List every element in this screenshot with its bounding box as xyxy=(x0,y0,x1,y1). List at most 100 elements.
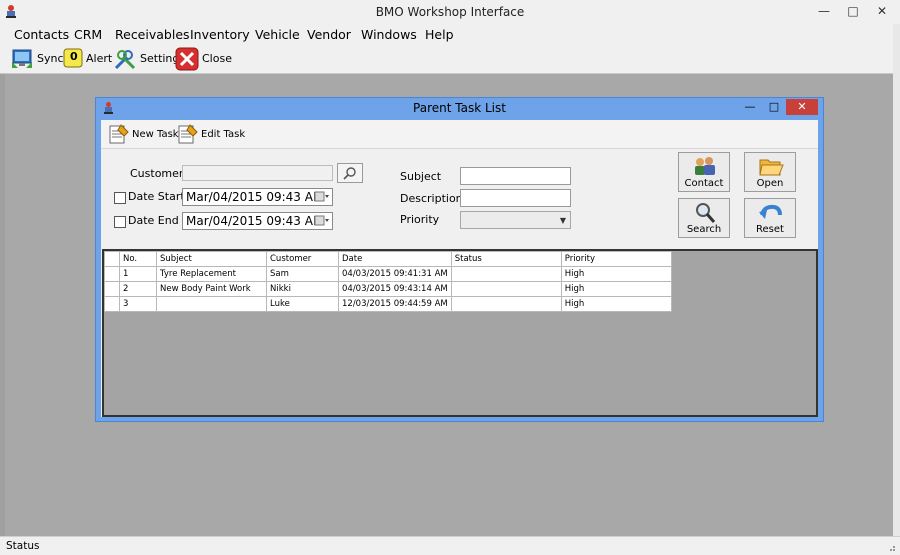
alert-count: 0 xyxy=(70,50,78,63)
column-header-date[interactable]: Date xyxy=(338,251,452,267)
cell-priority[interactable]: High xyxy=(560,296,672,312)
table-row-selected[interactable]: 3 Annual Servicing Luke 12/03/2015 09:44… xyxy=(104,296,672,312)
customer-label: Customer xyxy=(130,167,184,180)
menu-inventory[interactable]: Inventory xyxy=(190,27,250,42)
new-task-label: New Task xyxy=(132,128,179,140)
row-header[interactable] xyxy=(104,266,120,282)
date-start-label: Date Start xyxy=(128,190,185,203)
date-end-label: Date End xyxy=(128,214,179,227)
cell-no[interactable]: 3 xyxy=(119,296,157,312)
close-button[interactable]: ✕ xyxy=(869,2,895,20)
cell-priority[interactable]: High xyxy=(560,281,672,297)
child-minimize-button[interactable]: — xyxy=(740,99,760,115)
description-label: Description xyxy=(400,192,463,205)
description-field[interactable] xyxy=(460,189,571,207)
priority-select[interactable]: ▼ xyxy=(460,211,571,229)
close-icon xyxy=(175,47,199,70)
cell-date[interactable]: 12/03/2015 09:44:59 AM xyxy=(338,296,452,312)
column-header-priority[interactable]: Priority xyxy=(560,251,672,267)
contact-label: Contact xyxy=(684,178,724,189)
close-app-button[interactable]: Close xyxy=(175,46,232,71)
priority-label: Priority xyxy=(400,213,440,226)
menu-bar: Contacts CRM Receivables Inventory Vehic… xyxy=(0,24,900,44)
menu-help[interactable]: Help xyxy=(425,27,454,42)
child-body: New Task Edit Task Customer Date Start M… xyxy=(101,120,818,417)
cell-customer[interactable]: Sam xyxy=(266,266,339,282)
menu-vehicle[interactable]: Vehicle xyxy=(255,27,300,42)
subject-field[interactable] xyxy=(460,167,571,185)
child-maximize-button[interactable]: □ xyxy=(764,99,784,115)
calendar-dropdown-icon xyxy=(314,215,329,226)
cell-status[interactable] xyxy=(450,266,562,282)
app-title: BMO Workshop Interface xyxy=(375,5,525,19)
cell-customer[interactable]: Nikki xyxy=(266,281,339,297)
contact-button[interactable]: Contact xyxy=(678,152,730,192)
main-toolbar: Sync 0 Alert Setting Close xyxy=(0,44,893,74)
column-header-no[interactable]: No. xyxy=(119,251,157,267)
table-header-row: No. Subject Customer Date Status Priorit… xyxy=(104,251,672,267)
cell-subject[interactable]: Tyre Replacement xyxy=(156,266,267,282)
parent-task-list-window: Parent Task List — □ ✕ New Task Edit Tas… xyxy=(95,97,824,422)
table-row[interactable]: 2 New Body Paint Work Nikki 04/03/2015 0… xyxy=(104,281,672,297)
menu-receivables[interactable]: Receivables xyxy=(115,27,190,42)
date-start-picker[interactable]: Mar/04/2015 09:43 AM xyxy=(182,188,333,206)
open-button[interactable]: Open xyxy=(744,152,796,192)
cell-subject-selected[interactable]: Annual Servicing xyxy=(156,296,267,312)
search-label: Search xyxy=(686,224,722,235)
date-end-checkbox[interactable] xyxy=(114,216,126,228)
subject-label: Subject xyxy=(400,170,442,183)
child-title: Parent Task List xyxy=(413,101,506,115)
date-start-checkbox[interactable] xyxy=(114,192,126,204)
alert-label: Alert xyxy=(86,52,113,65)
row-header[interactable] xyxy=(104,281,120,297)
cell-no[interactable]: 1 xyxy=(119,266,157,282)
date-start-value: Mar/04/2015 09:43 AM xyxy=(186,190,324,204)
maximize-button[interactable]: □ xyxy=(840,2,866,20)
child-close-button[interactable]: ✕ xyxy=(786,99,818,115)
cell-no[interactable]: 2 xyxy=(119,281,157,297)
cell-date[interactable]: 04/03/2015 09:41:31 AM xyxy=(338,266,452,282)
customer-browse-button[interactable] xyxy=(337,163,363,183)
alert-button[interactable]: 0 Alert xyxy=(63,46,112,71)
search-button[interactable]: Search xyxy=(678,198,730,238)
magnifier-icon xyxy=(696,203,716,223)
undo-arrow-icon xyxy=(759,204,782,219)
row-header-corner xyxy=(104,251,120,267)
cell-subject[interactable]: New Body Paint Work xyxy=(156,281,267,297)
new-task-icon xyxy=(109,124,129,144)
table-row[interactable]: 1 Tyre Replacement Sam 04/03/2015 09:41:… xyxy=(104,266,672,282)
column-header-status[interactable]: Status xyxy=(450,251,562,267)
folder-open-icon xyxy=(759,159,784,176)
date-end-picker[interactable]: Mar/04/2015 09:43 AM xyxy=(182,212,333,230)
vertical-scrollbar[interactable] xyxy=(893,24,900,536)
sync-button[interactable]: Sync xyxy=(10,46,64,71)
menu-contacts[interactable]: Contacts xyxy=(14,27,69,42)
column-header-customer[interactable]: Customer xyxy=(266,251,339,267)
new-task-button[interactable]: New Task xyxy=(109,122,179,146)
status-bar: Status xyxy=(0,536,900,555)
cell-status[interactable] xyxy=(450,281,562,297)
menu-windows[interactable]: Windows xyxy=(361,27,417,42)
customer-field[interactable] xyxy=(182,165,333,181)
edit-task-icon xyxy=(178,124,198,144)
edit-task-label: Edit Task xyxy=(201,128,246,140)
close-label: Close xyxy=(202,52,232,65)
setting-button[interactable]: Setting xyxy=(113,46,179,71)
column-header-subject[interactable]: Subject xyxy=(156,251,267,267)
child-titlebar: Parent Task List — □ ✕ xyxy=(96,98,823,119)
row-header[interactable] xyxy=(104,296,120,312)
resize-grip-icon[interactable] xyxy=(886,542,896,552)
menu-crm[interactable]: CRM xyxy=(74,27,102,42)
reset-label: Reset xyxy=(756,224,784,235)
contact-icon xyxy=(695,157,715,175)
cell-priority[interactable]: High xyxy=(560,266,672,282)
minimize-button[interactable]: — xyxy=(811,2,837,20)
cell-customer[interactable]: Luke xyxy=(266,296,339,312)
reset-button[interactable]: Reset xyxy=(744,198,796,238)
wrench-icon xyxy=(114,49,136,69)
cell-date[interactable]: 04/03/2015 09:43:14 AM xyxy=(338,281,452,297)
menu-vendor[interactable]: Vendor xyxy=(307,27,351,42)
search-icon xyxy=(343,167,356,180)
cell-status[interactable] xyxy=(450,296,562,312)
edit-task-button[interactable]: Edit Task xyxy=(178,122,245,146)
